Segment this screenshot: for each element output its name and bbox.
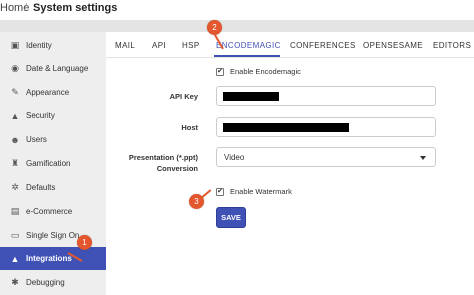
enable-watermark-checkbox[interactable]: ✔ xyxy=(216,187,224,196)
tab-opensesame[interactable]: OPENSESAME xyxy=(363,41,423,50)
enable-encodemagic-label: Enable Encodemagic xyxy=(230,67,301,76)
sidebar-item-security[interactable]: ▲ Security xyxy=(0,104,106,127)
presentation-conversion-select[interactable]: Video xyxy=(216,147,436,167)
tab-api[interactable]: API xyxy=(152,41,166,50)
sidebar-item-label: Date & Language xyxy=(26,64,89,73)
sidebar-item-defaults[interactable]: ✲ Defaults xyxy=(0,176,106,199)
sidebar-item-identity[interactable]: ▣ Identity xyxy=(0,34,106,57)
cart-icon: ▤ xyxy=(10,206,20,216)
users-icon: ☻ xyxy=(10,134,20,145)
sign-in-icon: ▭ xyxy=(10,230,20,240)
enable-encodemagic-checkbox[interactable]: ✔ xyxy=(216,67,224,76)
enable-watermark-row: ✔ Enable Watermark xyxy=(216,187,292,196)
sidebar-item-label: Debugging xyxy=(26,278,65,287)
callout-badge-2: 2 xyxy=(207,20,222,35)
sidebar-item-label: Single Sign On xyxy=(26,231,80,240)
host-label: Host xyxy=(181,123,198,132)
sidebar-item-gamification[interactable]: ♜ Gamification xyxy=(0,152,106,175)
enable-encodemagic-row: ✔ Enable Encodemagic xyxy=(216,67,301,76)
presentation-label: Presentation (*.ppt) Conversion xyxy=(106,153,198,173)
sidebar-item-label: e-Commerce xyxy=(26,207,73,216)
callout-badge-3: 3 xyxy=(189,194,204,209)
settings-sidebar: ▣ Identity ◉ Date & Language ✎ Appearanc… xyxy=(0,32,106,295)
breadcrumb: Home / System settings xyxy=(0,0,474,18)
id-card-icon: ▣ xyxy=(10,40,20,50)
presentation-label-line1: Presentation (*.ppt) xyxy=(128,153,198,162)
sidebar-item-ecommerce[interactable]: ▤ e-Commerce xyxy=(0,200,106,223)
redacted-value xyxy=(223,92,279,101)
lock-icon: ▲ xyxy=(10,110,20,121)
presentation-selected-value: Video xyxy=(224,153,245,162)
breadcrumb-separator: / xyxy=(24,2,28,14)
tab-hsp[interactable]: HSP xyxy=(182,41,200,50)
enable-watermark-label: Enable Watermark xyxy=(230,187,292,196)
sidebar-item-label: Appearance xyxy=(26,88,70,97)
integration-tabs: MAIL API HSP ENCODEMAGIC CONFERENCES OPE… xyxy=(106,36,474,58)
page-title: System settings xyxy=(33,2,118,14)
callout-badge-1: 1 xyxy=(77,235,92,250)
integrations-panel: MAIL API HSP ENCODEMAGIC CONFERENCES OPE… xyxy=(106,32,474,295)
chevron-down-icon xyxy=(420,156,426,160)
sidebar-item-label: Gamification xyxy=(26,159,71,168)
sidebar-item-users[interactable]: ☻ Users xyxy=(0,128,106,151)
tab-mail[interactable]: MAIL xyxy=(115,41,135,50)
sidebar-item-date-language[interactable]: ◉ Date & Language xyxy=(0,57,106,80)
flask-icon: ▲ xyxy=(10,253,20,264)
sidebar-item-label: Defaults xyxy=(26,183,56,192)
tab-encodemagic[interactable]: ENCODEMAGIC xyxy=(216,41,281,50)
tab-editors[interactable]: EDITORS xyxy=(433,41,471,50)
sidebar-item-label: Identity xyxy=(26,41,52,50)
tab-conferences[interactable]: CONFERENCES xyxy=(290,41,356,50)
sidebar-item-appearance[interactable]: ✎ Appearance xyxy=(0,81,106,104)
globe-icon: ◉ xyxy=(11,63,19,73)
host-input[interactable] xyxy=(216,117,436,137)
bug-icon: ✱ xyxy=(11,277,19,287)
active-tab-indicator xyxy=(214,55,280,57)
api-key-label: API Key xyxy=(169,92,198,101)
sidebar-item-debugging[interactable]: ✱ Debugging xyxy=(0,271,106,294)
presentation-label-line2: Conversion xyxy=(156,164,198,173)
cogs-icon: ✲ xyxy=(11,182,19,192)
redacted-value xyxy=(223,123,349,132)
save-button[interactable]: SAVE xyxy=(216,207,246,228)
sidebar-item-label: Security xyxy=(26,111,55,120)
frame-header-bar xyxy=(0,20,474,32)
sidebar-item-label: Integrations xyxy=(26,254,72,263)
sidebar-item-label: Users xyxy=(26,135,47,144)
api-key-input[interactable] xyxy=(216,86,436,106)
trophy-icon: ♜ xyxy=(10,158,20,168)
sidebar-item-integrations[interactable]: ▲ Integrations xyxy=(0,247,106,270)
brush-icon: ✎ xyxy=(11,87,19,97)
